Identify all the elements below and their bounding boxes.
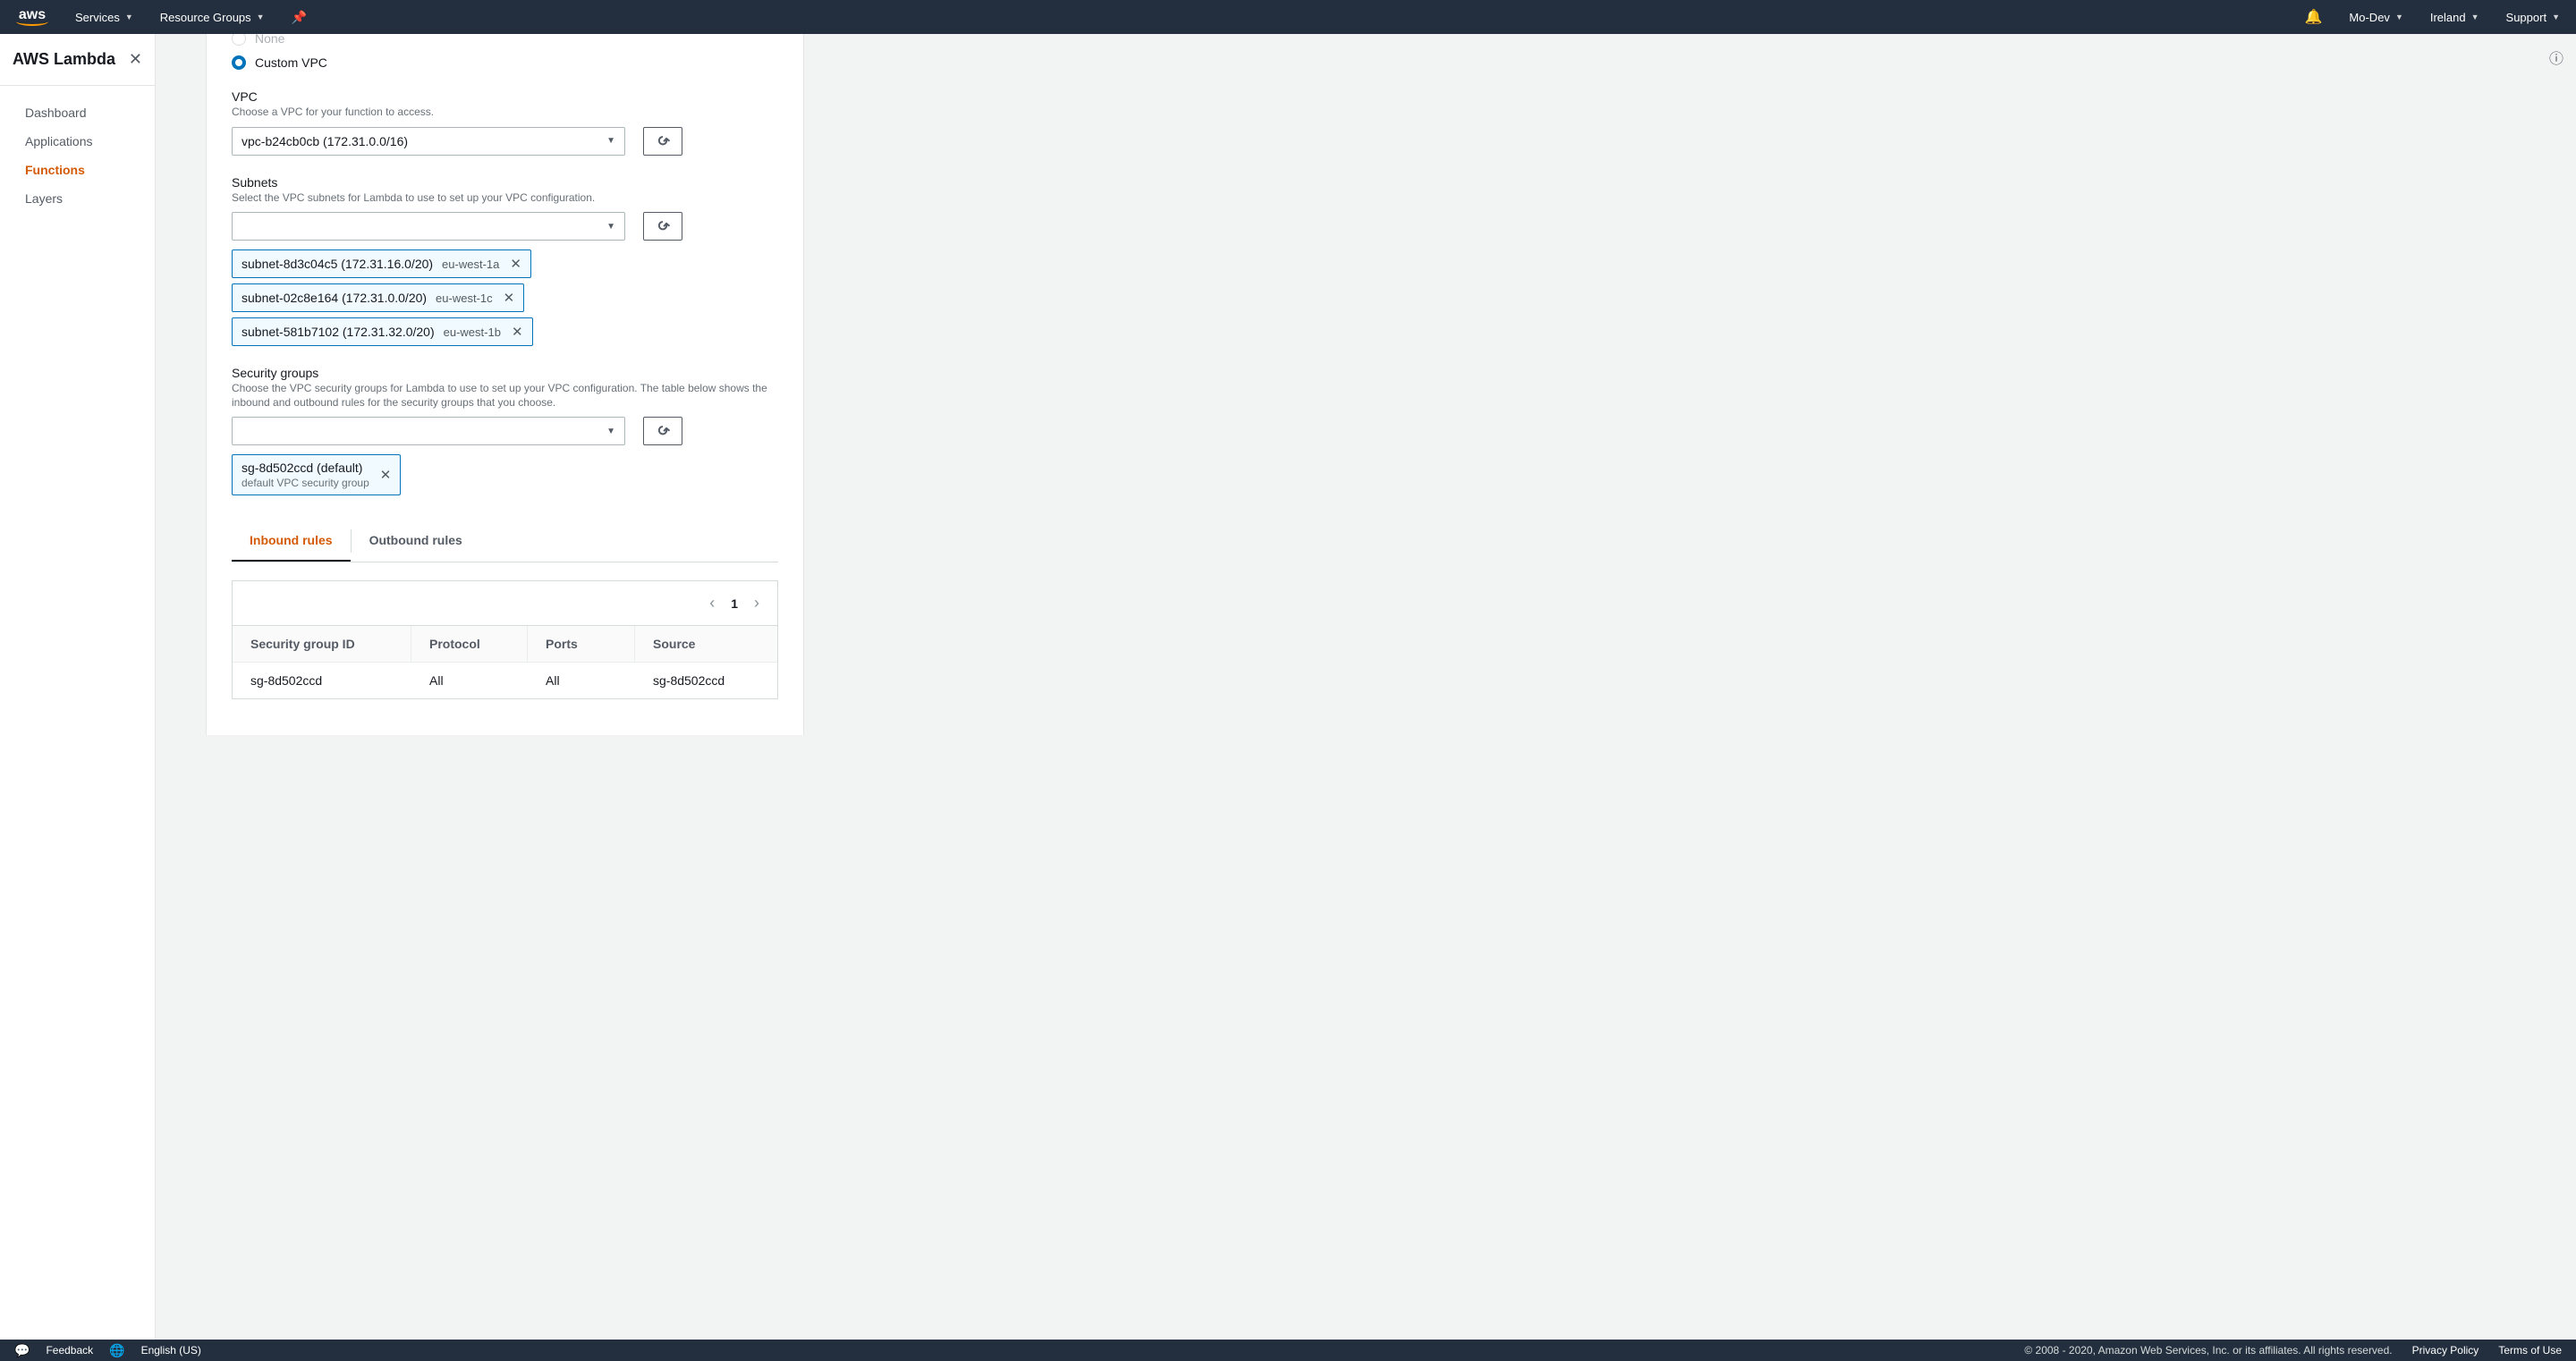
sidebar-item-functions[interactable]: Functions (0, 156, 155, 184)
sg-label: Security groups (232, 366, 778, 380)
caret-down-icon: ▼ (606, 427, 615, 436)
vpc-select-value: vpc-b24cb0cb (172.31.0.0/16) (242, 134, 408, 148)
td-ports: All (528, 663, 635, 698)
sg-chip-id: sg-8d502ccd (default) (242, 461, 369, 475)
page-number: 1 (731, 596, 738, 611)
prev-page-icon[interactable]: ‹ (709, 594, 715, 613)
bell-icon: 🔔 (2305, 8, 2323, 26)
subnet-chip-id: subnet-02c8e164 (172.31.0.0/20) (242, 291, 427, 305)
feedback-link[interactable]: Feedback (46, 1344, 93, 1357)
td-source: sg-8d502ccd (635, 663, 777, 698)
subnet-chip: subnet-8d3c04c5 (172.31.16.0/20) eu-west… (232, 249, 531, 278)
table-header-row: Security group ID Protocol Ports Source (233, 625, 777, 662)
globe-icon: 🌐 (109, 1343, 124, 1358)
sidebar-item-applications[interactable]: Applications (0, 127, 155, 156)
subnet-chip-id: subnet-581b7102 (172.31.32.0/20) (242, 325, 435, 339)
nav-resource-groups-label: Resource Groups (160, 11, 251, 24)
vpc-help: Choose a VPC for your function to access… (232, 106, 778, 120)
copyright-text: © 2008 - 2020, Amazon Web Services, Inc.… (2024, 1344, 2392, 1357)
nav-services-label: Services (75, 11, 120, 24)
refresh-icon: ↻ (652, 131, 673, 152)
th-source: Source (635, 626, 777, 662)
feedback-icon: 💬 (14, 1343, 30, 1358)
footer: 💬 Feedback 🌐 English (US) © 2008 - 2020,… (0, 1340, 2576, 1361)
sg-select[interactable]: ▼ (232, 417, 625, 445)
nav-pin[interactable]: 📌 (292, 10, 307, 25)
chevron-down-icon: ▼ (125, 13, 133, 21)
nav-support[interactable]: Support ▼ (2506, 11, 2560, 24)
nav-services[interactable]: Services ▼ (75, 11, 133, 24)
privacy-link[interactable]: Privacy Policy (2412, 1344, 2479, 1357)
nav-region[interactable]: Ireland ▼ (2430, 11, 2479, 24)
nav-account-label: Mo-Dev (2349, 11, 2390, 24)
remove-sg-icon[interactable]: ✕ (378, 467, 394, 483)
sg-help: Choose the VPC security groups for Lambd… (232, 382, 778, 410)
nav-support-label: Support (2506, 11, 2547, 24)
nav-notifications[interactable]: 🔔 (2305, 8, 2323, 26)
chevron-down-icon: ▼ (2471, 13, 2479, 21)
aws-brand[interactable]: aws (16, 8, 48, 26)
subnet-chip-az: eu-west-1a (442, 258, 499, 271)
sidebar-item-layers[interactable]: Layers (0, 184, 155, 213)
top-navigation: aws Services ▼ Resource Groups ▼ 📌 🔔 Mo-… (0, 0, 2576, 34)
subnet-chip-id: subnet-8d3c04c5 (172.31.16.0/20) (242, 257, 433, 271)
subnet-chip-az: eu-west-1b (444, 325, 501, 339)
rules-tabs: Inbound rules Outbound rules (232, 520, 778, 562)
td-protocol: All (411, 663, 528, 698)
caret-down-icon: ▼ (606, 222, 615, 232)
remove-subnet-icon[interactable]: ✕ (502, 290, 517, 306)
tab-outbound-rules[interactable]: Outbound rules (352, 520, 480, 562)
vpc-refresh-button[interactable]: ↻ (643, 127, 682, 156)
subnets-refresh-button[interactable]: ↻ (643, 212, 682, 241)
remove-subnet-icon[interactable]: ✕ (508, 256, 523, 272)
tab-inbound-rules[interactable]: Inbound rules (232, 520, 351, 562)
terms-link[interactable]: Terms of Use (2498, 1344, 2562, 1357)
th-protocol: Protocol (411, 626, 528, 662)
refresh-icon: ↻ (652, 216, 673, 237)
sg-refresh-button[interactable]: ↻ (643, 417, 682, 445)
radio-none[interactable] (232, 34, 246, 46)
sidebar: AWS Lambda ✕ Dashboard Applications Func… (0, 34, 156, 1340)
pin-icon: 📌 (292, 10, 307, 25)
language-selector[interactable]: English (US) (141, 1344, 201, 1357)
chevron-down-icon: ▼ (2552, 13, 2560, 21)
remove-subnet-icon[interactable]: ✕ (510, 324, 525, 340)
chevron-down-icon: ▼ (2395, 13, 2403, 21)
radio-none-label: None (255, 34, 284, 46)
subnet-chip: subnet-02c8e164 (172.31.0.0/20) eu-west-… (232, 283, 524, 312)
th-security-group: Security group ID (233, 626, 411, 662)
td-security-group: sg-8d502ccd (233, 663, 411, 698)
sidebar-item-dashboard[interactable]: Dashboard (0, 98, 155, 127)
caret-down-icon: ▼ (606, 136, 615, 146)
nav-account[interactable]: Mo-Dev ▼ (2349, 11, 2402, 24)
vpc-config-panel: None Custom VPC VPC Choose a VPC for you… (206, 34, 804, 735)
refresh-icon: ↻ (652, 420, 673, 442)
next-page-icon[interactable]: › (754, 594, 759, 613)
subnet-chip: subnet-581b7102 (172.31.32.0/20) eu-west… (232, 317, 533, 346)
chevron-down-icon: ▼ (257, 13, 265, 21)
subnets-help: Select the VPC subnets for Lambda to use… (232, 191, 778, 206)
sidebar-close-icon[interactable]: ✕ (129, 50, 142, 69)
nav-region-label: Ireland (2430, 11, 2466, 24)
radio-custom-vpc-label: Custom VPC (255, 55, 327, 70)
nav-resource-groups[interactable]: Resource Groups ▼ (160, 11, 265, 24)
subnets-label: Subnets (232, 175, 778, 190)
rules-table: ‹ 1 › Security group ID Protocol Ports S… (232, 580, 778, 699)
aws-logo-smile (16, 17, 48, 26)
table-row: sg-8d502ccd All All sg-8d502ccd (233, 662, 777, 698)
sg-chip-desc: default VPC security group (242, 477, 369, 489)
subnet-chip-az: eu-west-1c (436, 292, 493, 305)
sg-chip: sg-8d502ccd (default) default VPC securi… (232, 454, 401, 495)
radio-custom-vpc[interactable] (232, 55, 246, 70)
vpc-label: VPC (232, 89, 778, 104)
th-ports: Ports (528, 626, 635, 662)
subnets-select[interactable]: ▼ (232, 212, 625, 241)
info-icon[interactable]: ⓘ (2549, 46, 2563, 68)
vpc-select[interactable]: vpc-b24cb0cb (172.31.0.0/16) ▼ (232, 127, 625, 156)
sidebar-title: AWS Lambda (13, 50, 115, 69)
